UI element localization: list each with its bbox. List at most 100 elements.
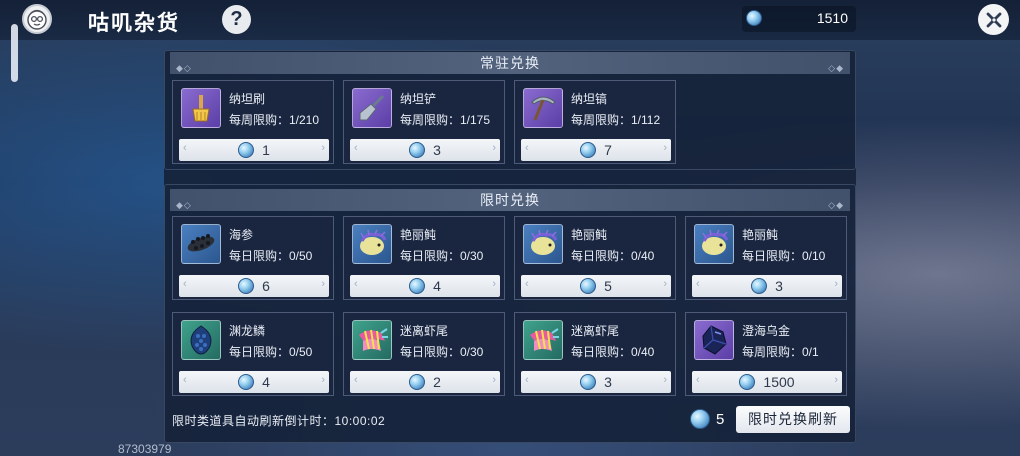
buy-button[interactable]: ‹ 6 › bbox=[179, 275, 329, 297]
item-price: 4 bbox=[262, 374, 270, 390]
item-name: 纳坦铲 bbox=[400, 92, 437, 106]
shop-mascot-icon bbox=[22, 4, 52, 34]
item-price: 6 bbox=[262, 278, 270, 294]
shop-item-card[interactable]: 纳坦铲 每周限购：1/175 ‹ 3 › bbox=[343, 80, 505, 164]
buy-button[interactable]: ‹ 1 › bbox=[179, 139, 329, 161]
close-button[interactable] bbox=[978, 4, 1009, 35]
coin-icon bbox=[409, 142, 426, 158]
item-price: 1 bbox=[262, 142, 270, 158]
section-header-permanent: ◆◇ 常驻兑换 ◇◆ bbox=[170, 52, 850, 74]
item-limit: 每日限购：0/40 bbox=[571, 345, 655, 359]
item-limit: 每周限购：1/112 bbox=[571, 113, 661, 127]
buy-button[interactable]: ‹ 7 › bbox=[521, 139, 671, 161]
chevron-right-icon: › bbox=[492, 142, 496, 154]
item-name: 迷离虾尾 bbox=[400, 324, 449, 338]
coin-icon bbox=[238, 374, 255, 390]
shop-item-card[interactable]: 渊龙鳞 每日限购：0/50 ‹ 4 › bbox=[172, 312, 334, 396]
shop-item-card[interactable]: 艳丽鲀 每日限购：0/40 ‹ 5 › bbox=[514, 216, 676, 300]
chevron-right-icon: › bbox=[663, 142, 667, 154]
item-name: 艳丽鲀 bbox=[400, 228, 437, 242]
item-price: 5 bbox=[604, 278, 612, 294]
refresh-cost-value: 5 bbox=[716, 410, 725, 428]
shop-item-card[interactable]: 迷离虾尾 每日限购：0/40 ‹ 3 › bbox=[514, 312, 676, 396]
item-price: 2 bbox=[433, 374, 441, 390]
buy-button[interactable]: ‹ 3 › bbox=[350, 139, 500, 161]
refresh-limited-button[interactable]: 限时兑换刷新 bbox=[736, 406, 850, 433]
shop-item-card[interactable]: 海参 每日限购：0/50 ‹ 6 › bbox=[172, 216, 334, 300]
item-limit: 每日限购：0/30 bbox=[400, 345, 484, 359]
item-limit: 每周限购：1/210 bbox=[229, 113, 320, 127]
item-price: 1500 bbox=[763, 374, 795, 390]
buy-button[interactable]: ‹ 3 › bbox=[521, 371, 671, 393]
chevron-right-icon: › bbox=[321, 142, 325, 154]
shop-item-card[interactable]: 艳丽鲀 每日限购：0/30 ‹ 4 › bbox=[343, 216, 505, 300]
shop-item-card[interactable]: 艳丽鲀 每日限购：0/10 ‹ 3 › bbox=[685, 216, 847, 300]
coin-icon bbox=[580, 142, 597, 158]
shrimp-tail-icon bbox=[352, 320, 392, 360]
shrimp-tail-icon bbox=[523, 320, 563, 360]
section-title: 常驻兑换 bbox=[480, 55, 540, 71]
chevron-right-icon: › bbox=[834, 278, 838, 290]
coin-icon bbox=[739, 374, 756, 390]
coin-icon bbox=[690, 409, 710, 429]
coin-icon bbox=[580, 374, 597, 390]
puffer-fish-icon bbox=[523, 224, 563, 264]
shop-title: 咕叽杂货 bbox=[88, 12, 180, 35]
item-limit: 每周限购：0/1 bbox=[742, 345, 819, 359]
scrollbar[interactable] bbox=[11, 24, 18, 82]
puffer-fish-icon bbox=[694, 224, 734, 264]
item-limit: 每日限购：0/50 bbox=[229, 345, 313, 359]
item-limit: 每日限购：0/30 bbox=[400, 249, 484, 263]
chevron-right-icon: › bbox=[321, 278, 325, 290]
coin-icon bbox=[751, 278, 768, 294]
dark-ore-icon bbox=[694, 320, 734, 360]
item-limit: 每日限购：0/40 bbox=[571, 249, 655, 263]
close-icon bbox=[986, 12, 1001, 27]
item-price: 7 bbox=[604, 142, 612, 158]
buy-button[interactable]: ‹ 2 › bbox=[350, 371, 500, 393]
chevron-right-icon: › bbox=[663, 374, 667, 386]
section-title: 限时兑换 bbox=[480, 192, 540, 208]
item-name: 纳坦镐 bbox=[571, 92, 608, 106]
item-price: 3 bbox=[604, 374, 612, 390]
currency-display: 1510 bbox=[742, 6, 856, 32]
coin-icon bbox=[580, 278, 597, 294]
item-limit: 每日限购：0/10 bbox=[742, 249, 826, 263]
brush-icon bbox=[181, 88, 221, 128]
pickaxe-icon bbox=[523, 88, 563, 128]
item-price: 3 bbox=[775, 278, 783, 294]
item-name: 艳丽鲀 bbox=[571, 228, 608, 242]
chevron-right-icon: › bbox=[321, 374, 325, 386]
ornament-icon: ◇◆ bbox=[828, 63, 844, 73]
item-name: 迷离虾尾 bbox=[571, 324, 620, 338]
refresh-cost: 5 bbox=[690, 409, 724, 429]
item-limit: 每日限购：0/50 bbox=[229, 249, 313, 263]
buy-button[interactable]: ‹ 1500 › bbox=[692, 371, 842, 393]
sea-cucumber-icon bbox=[181, 224, 221, 264]
ornament-icon: ◆◇ bbox=[176, 63, 192, 73]
buy-button[interactable]: ‹ 4 › bbox=[179, 371, 329, 393]
buy-button[interactable]: ‹ 4 › bbox=[350, 275, 500, 297]
item-name: 纳坦刷 bbox=[229, 92, 266, 106]
puffer-fish-icon bbox=[352, 224, 392, 264]
coin-icon bbox=[746, 10, 762, 26]
refresh-countdown: 限时类道具自动刷新倒计时：10:00:02 bbox=[172, 414, 386, 428]
shop-item-card[interactable]: 纳坦镐 每周限购：1/112 ‹ 7 › bbox=[514, 80, 676, 164]
item-name: 澄海乌金 bbox=[742, 324, 791, 338]
shovel-icon bbox=[352, 88, 392, 128]
shop-item-card[interactable]: 纳坦刷 每周限购：1/210 ‹ 1 › bbox=[172, 80, 334, 164]
shop-item-card[interactable]: 迷离虾尾 每日限购：0/30 ‹ 2 › bbox=[343, 312, 505, 396]
chevron-right-icon: › bbox=[834, 374, 838, 386]
chevron-right-icon: › bbox=[492, 374, 496, 386]
item-name: 渊龙鳞 bbox=[229, 324, 266, 338]
help-button[interactable]: ? bbox=[222, 5, 251, 34]
buy-button[interactable]: ‹ 3 › bbox=[692, 275, 842, 297]
ornament-icon: ◆◇ bbox=[176, 200, 192, 210]
coin-icon bbox=[238, 278, 255, 294]
buy-button[interactable]: ‹ 5 › bbox=[521, 275, 671, 297]
player-uid: 87303979 bbox=[118, 442, 172, 456]
shop-item-card[interactable]: 澄海乌金 每周限购：0/1 ‹ 1500 › bbox=[685, 312, 847, 396]
coin-icon bbox=[238, 142, 255, 158]
coin-icon bbox=[409, 374, 426, 390]
chevron-right-icon: › bbox=[492, 278, 496, 290]
